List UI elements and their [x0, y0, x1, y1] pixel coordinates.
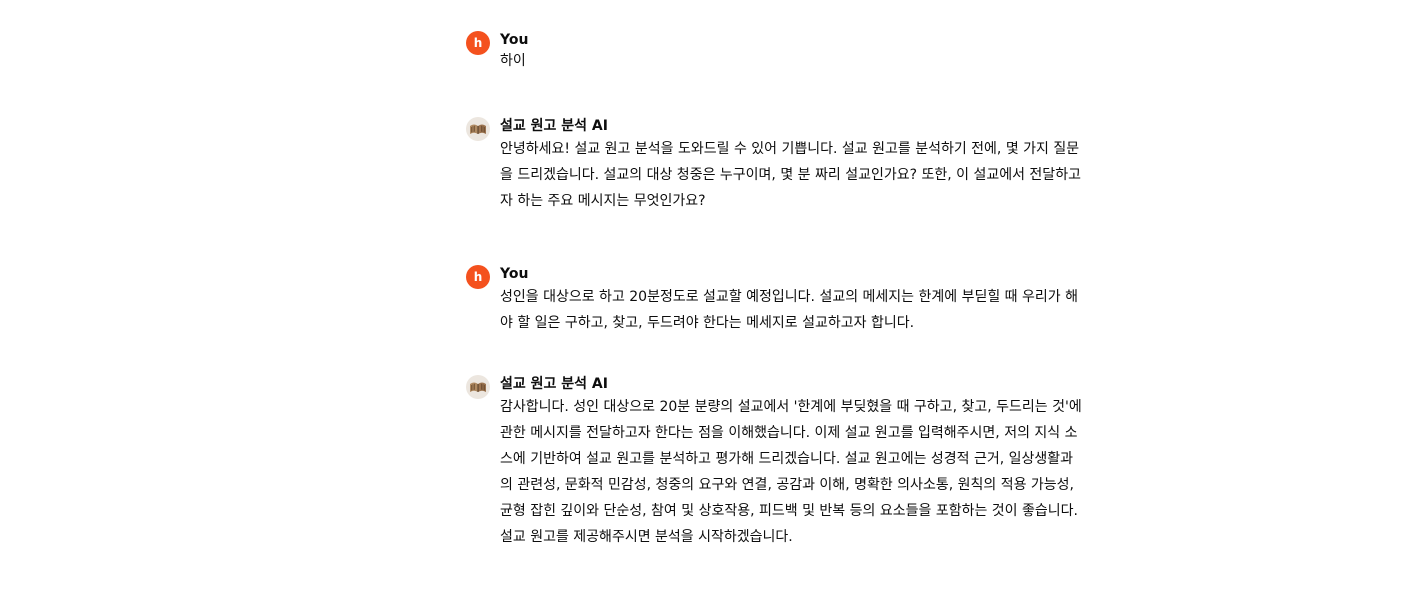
assistant-avatar — [466, 375, 490, 399]
user-avatar-letter: h — [473, 36, 483, 50]
user-avatar-letter: h — [473, 270, 483, 284]
open-book-icon — [470, 124, 486, 134]
assistant-avatar — [466, 117, 490, 141]
message-author: 설교 원고 분석 AI — [500, 118, 608, 134]
user-avatar: h — [466, 31, 490, 55]
open-book-icon — [470, 382, 486, 392]
message-author: You — [500, 266, 529, 282]
message-text: 안녕하세요! 설교 원고 분석을 도와드릴 수 있어 기쁩니다. 설교 원고를 … — [500, 141, 1081, 209]
message-author: 설교 원고 분석 AI — [500, 376, 608, 392]
message-text: 성인을 대상으로 하고 20분정도로 설교할 예정입니다. 설교의 메세지는 한… — [500, 289, 1078, 331]
message-author: You — [500, 32, 529, 48]
user-avatar: h — [466, 265, 490, 289]
message-text: 하이 — [500, 53, 526, 69]
message-text: 감사합니다. 성인 대상으로 20분 분량의 설교에서 '한계에 부딪혔을 때 … — [500, 399, 1082, 545]
